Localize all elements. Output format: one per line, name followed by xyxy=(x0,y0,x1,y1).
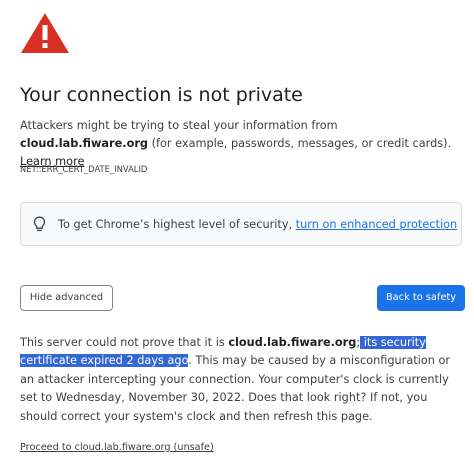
warning-triangle-icon xyxy=(21,13,69,53)
error-code: NET::ERR_CERT_DATE_INVALID xyxy=(20,164,148,174)
enhanced-protection-callout: To get Chrome’s highest level of securit… xyxy=(20,202,462,246)
intro-text: Attackers might be trying to steal your … xyxy=(20,119,338,132)
callout-text: To get Chrome’s highest level of securit… xyxy=(58,217,457,233)
back-to-safety-button[interactable]: Back to safety xyxy=(377,285,465,311)
intro-text-continued: (for example, passwords, messages, or cr… xyxy=(148,137,452,150)
proceed-unsafe-link[interactable]: Proceed to cloud.lab.fiware.org (unsafe) xyxy=(20,441,214,455)
enhanced-protection-link[interactable]: turn on enhanced protection xyxy=(296,218,457,231)
lightbulb-icon xyxy=(33,216,46,232)
hide-advanced-button[interactable]: Hide advanced xyxy=(20,285,113,311)
details-text: This server could not prove that it is xyxy=(20,336,229,349)
page-title: Your connection is not private xyxy=(20,84,303,106)
callout-message: To get Chrome’s highest level of securit… xyxy=(58,218,296,231)
details-paragraph: This server could not prove that it is c… xyxy=(20,334,466,426)
intro-host: cloud.lab.fiware.org xyxy=(20,137,149,150)
details-host: cloud.lab.fiware.org xyxy=(228,336,357,349)
